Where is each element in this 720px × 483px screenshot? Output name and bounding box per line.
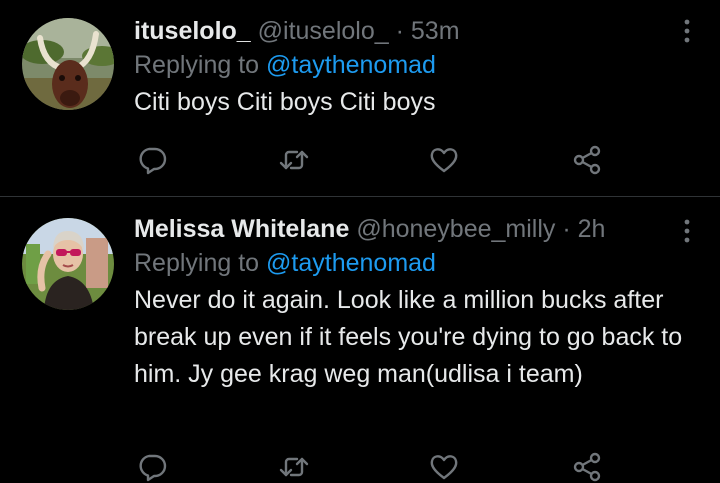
more-options-icon[interactable] [680, 18, 694, 44]
timestamp[interactable]: 2h [578, 215, 606, 243]
replying-to-label: Replying to [134, 51, 260, 79]
retweet-icon[interactable] [278, 144, 310, 176]
display-name[interactable]: Melissa Whitelane [134, 215, 349, 243]
more-options-icon[interactable] [680, 218, 694, 244]
share-icon[interactable] [571, 451, 603, 483]
tweet-header: Melissa Whitelane @honeybee_milly · 2h [134, 212, 692, 246]
replying-to-label: Replying to [134, 249, 260, 277]
like-icon[interactable] [428, 144, 460, 176]
replying-to-line: Replying to @taythenomad [134, 246, 692, 280]
reply-icon[interactable] [136, 144, 168, 176]
timestamp[interactable]: 53m [411, 17, 460, 45]
separator: · [562, 215, 571, 243]
user-handle[interactable]: @ituselolo_ [258, 17, 389, 45]
retweet-icon[interactable] [278, 451, 310, 483]
tweet-text: Never do it again. Look like a million b… [134, 286, 683, 388]
avatar[interactable] [22, 218, 114, 310]
action-bar [134, 451, 614, 483]
like-icon[interactable] [428, 451, 460, 483]
tweet-text: Citi boys Citi boys Citi boys [134, 88, 436, 116]
mention-link[interactable]: @taythenomad [266, 51, 436, 79]
tweet[interactable]: Melissa Whitelane @honeybee_milly · 2h R… [0, 198, 720, 483]
bull-avatar-image [22, 18, 114, 110]
display-name[interactable]: ituselolo_ [134, 17, 251, 45]
tweet[interactable]: ituselolo_ @ituselolo_ · 53m Replying to… [0, 0, 720, 196]
tweet-divider [0, 196, 720, 197]
mention-link[interactable]: @taythenomad [266, 249, 436, 277]
user-handle[interactable]: @honeybee_milly [356, 215, 555, 243]
share-icon[interactable] [571, 144, 603, 176]
avatar[interactable] [22, 18, 114, 110]
reply-icon[interactable] [136, 451, 168, 483]
woman-avatar-image [22, 218, 114, 310]
tweet-header: ituselolo_ @ituselolo_ · 53m [134, 14, 692, 48]
action-bar [134, 144, 614, 176]
separator: · [395, 17, 404, 45]
replying-to-line: Replying to @taythenomad [134, 48, 692, 82]
